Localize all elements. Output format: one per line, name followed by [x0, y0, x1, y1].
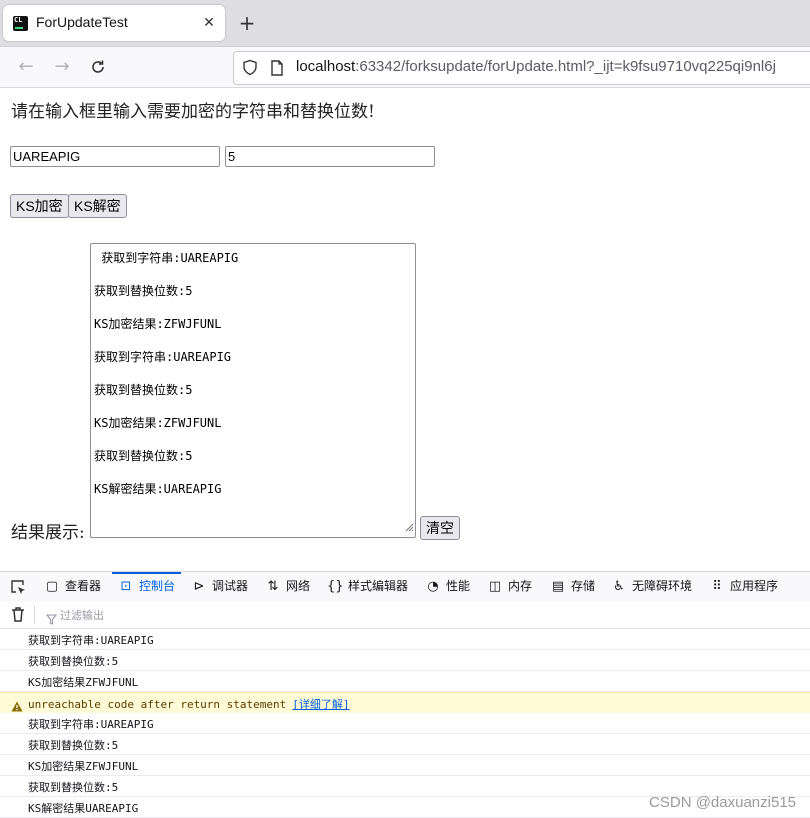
shift-count-input[interactable] [225, 146, 435, 167]
filter-input[interactable]: 过滤输出 [60, 607, 104, 623]
new-tab-icon[interactable]: + [236, 12, 258, 34]
console-row: 获取到字符串:UAREAPIG [0, 629, 810, 650]
result-line: 获取到替换位数:5 [94, 383, 193, 397]
tab-style-editor[interactable]: {} 样式编辑器 [327, 572, 408, 602]
debugger-icon: ⊳ [193, 579, 205, 594]
tab-label: 应用程序 [730, 579, 779, 593]
url-host: localhost [296, 58, 356, 75]
tab-console[interactable]: ⊡ 控制台 [111, 572, 182, 602]
result-line: 获取到替换位数:5 [94, 284, 193, 298]
tab-label: 控制台 [139, 579, 176, 593]
tab-label: 查看器 [65, 579, 102, 593]
console-warning-message: unreachable code after return statement [28, 698, 287, 711]
close-icon[interactable]: ✕ [199, 13, 219, 33]
console-message: 获取到替换位数:5 [28, 739, 119, 752]
console-warning-row: unreachable code after return statement [… [0, 692, 810, 714]
divider [34, 606, 35, 624]
result-line: 获取到替换位数:5 [94, 449, 193, 463]
url-path: :63342/forksupdate/forUpdate.html?_ijt=k… [355, 58, 776, 75]
console-filter-bar: 过滤输出 [0, 602, 810, 629]
tab-inspector[interactable]: ▢ 查看器 [44, 572, 101, 602]
console-message: 获取到字符串:UAREAPIG [28, 718, 154, 731]
trash-icon[interactable] [11, 607, 25, 626]
console-message: 获取到替换位数:5 [28, 781, 119, 794]
forward-arrow-icon[interactable]: → [50, 55, 74, 79]
result-label: 结果展示: [11, 523, 85, 543]
result-line: 获取到字符串:UAREAPIG [94, 350, 232, 364]
back-arrow-icon[interactable]: ← [14, 55, 38, 79]
tab-accessibility[interactable]: ♿ 无障碍环境 [611, 572, 692, 602]
tab-strip: CL ForUpdateTest ✕ + [0, 0, 810, 47]
console-row: 获取到替换位数:5 [0, 734, 810, 755]
console-row: 获取到字符串:UAREAPIG [0, 713, 810, 734]
accessibility-icon: ♿ [613, 579, 625, 594]
result-line: KS加密结果:ZFWJFUNL [94, 317, 222, 331]
tab-memory[interactable]: ◫ 内存 [487, 572, 532, 602]
console-message: KS解密结果UAREAPIG [28, 802, 139, 815]
console-row: 获取到替换位数:5 [0, 650, 810, 671]
result-textarea[interactable]: 获取到字符串:UAREAPIG 获取到替换位数:5 KS加密结果:ZFWJFUN… [90, 243, 416, 538]
tab-label: 内存 [508, 579, 533, 593]
braces-icon: {} [327, 579, 344, 594]
learn-more-link[interactable]: [详细了解] [292, 698, 349, 711]
browser-tab[interactable]: CL ForUpdateTest ✕ [3, 5, 225, 41]
decrypt-button[interactable]: KS解密 [68, 194, 127, 218]
chip-icon: ◫ [488, 579, 502, 594]
element-picker-icon[interactable] [10, 579, 26, 599]
console-row: KS加密结果ZFWJFUNL [0, 671, 810, 692]
console-message: 获取到字符串:UAREAPIG [28, 634, 154, 647]
tab-title: ForUpdateTest [36, 14, 128, 30]
tab-label: 网络 [286, 579, 311, 593]
result-line: KS解密结果:UAREAPIG [94, 482, 222, 496]
tab-label: 调试器 [212, 579, 249, 593]
console-message: KS加密结果ZFWJFUNL [28, 760, 139, 773]
url-text[interactable]: localhost:63342/forksupdate/forUpdate.ht… [296, 58, 776, 75]
page-icon[interactable] [270, 60, 284, 80]
tab-performance[interactable]: ◔ 性能 [425, 572, 470, 602]
filter-icon [45, 610, 58, 629]
storage-icon: ▤ [551, 579, 565, 594]
tab-debugger[interactable]: ⊳ 调试器 [191, 572, 248, 602]
tab-label: 无障碍环境 [632, 579, 693, 593]
console-message: KS加密结果ZFWJFUNL [28, 676, 139, 689]
devtools-toolbar: ▢ 查看器 ⊡ 控制台 ⊳ 调试器 ⇅ 网络 {} 样式编辑器 ◔ 性能 ◫ 内存 ▤ 存储 ♿… [0, 571, 810, 603]
result-line: 获取到字符串:UAREAPIG [94, 251, 239, 265]
result-line: KS加密结果:ZFWJFUNL [94, 416, 222, 430]
clion-app-icon: CL [13, 16, 28, 31]
console-message: 获取到替换位数:5 [28, 655, 119, 668]
console-icon: ⊡ [120, 579, 132, 594]
tab-icon-text: CL [14, 16, 23, 24]
tab-label: 性能 [446, 579, 471, 593]
network-icon: ⇅ [267, 579, 279, 594]
encrypt-button[interactable]: KS加密 [10, 194, 69, 218]
page-heading: 请在输入框里输入需要加密的字符串和替换位数! [11, 102, 375, 122]
reload-icon[interactable] [86, 55, 110, 79]
tab-storage[interactable]: ▤ 存储 [550, 572, 595, 602]
address-bar[interactable]: localhost:63342/forksupdate/forUpdate.ht… [233, 51, 810, 85]
tab-network[interactable]: ⇅ 网络 [265, 572, 310, 602]
navigation-bar: ← → localhost:63342/forksupdate/forUpdat… [0, 47, 810, 88]
gauge-icon: ◔ [427, 579, 439, 594]
tab-application[interactable]: ⠿ 应用程序 [709, 572, 778, 602]
console-row: KS加密结果ZFWJFUNL [0, 755, 810, 776]
clear-button[interactable]: 清空 [420, 516, 460, 540]
tab-label: 样式编辑器 [348, 579, 409, 593]
resize-grip-icon[interactable] [404, 517, 414, 536]
tab-label: 存储 [571, 579, 596, 593]
plaintext-input[interactable] [10, 146, 220, 167]
inspector-icon: ▢ [45, 579, 59, 594]
grid-icon: ⠿ [712, 579, 722, 594]
watermark: CSDN @daxuanzi515 [649, 794, 796, 811]
shield-icon[interactable] [242, 59, 258, 80]
